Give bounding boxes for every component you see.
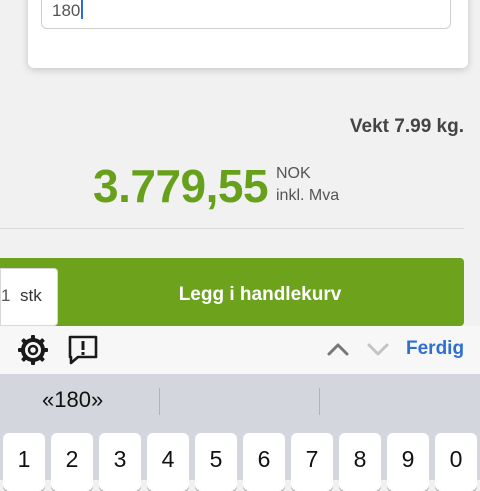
search-card: 180 bbox=[28, 0, 468, 68]
text-caret bbox=[81, 0, 84, 19]
key-7[interactable]: 7 bbox=[291, 433, 333, 491]
key-0[interactable]: 0 bbox=[435, 433, 477, 491]
currency-block: NOK inkl. Mva bbox=[276, 163, 339, 207]
key-8[interactable]: 8 bbox=[339, 433, 381, 491]
key-1[interactable]: 1 bbox=[3, 433, 45, 491]
vat-note: inkl. Mva bbox=[276, 187, 340, 204]
search-input-value: 180 bbox=[52, 1, 81, 20]
keyboard-suggestion[interactable]: «180» bbox=[42, 387, 103, 413]
search-input[interactable]: 180 bbox=[41, 0, 451, 29]
suggestion-divider bbox=[319, 388, 320, 415]
product-weight: Vekt 7.99 kg. bbox=[349, 116, 464, 137]
chevron-down-icon[interactable] bbox=[366, 339, 390, 359]
key-5[interactable]: 5 bbox=[195, 433, 237, 491]
product-price: 3.779,55 bbox=[93, 160, 269, 212]
key-2[interactable]: 2 bbox=[51, 433, 93, 491]
feedback-icon[interactable] bbox=[66, 333, 100, 367]
chevron-up-icon[interactable] bbox=[326, 339, 350, 359]
quantity-field[interactable]: 1 stk bbox=[0, 268, 58, 326]
suggestion-divider bbox=[159, 388, 160, 415]
key-4[interactable]: 4 bbox=[147, 433, 189, 491]
key-6[interactable]: 6 bbox=[243, 433, 285, 491]
price-block: 3.779,55 bbox=[93, 160, 269, 212]
gear-icon[interactable] bbox=[17, 334, 49, 366]
key-3[interactable]: 3 bbox=[99, 433, 141, 491]
key-9[interactable]: 9 bbox=[387, 433, 429, 491]
quantity-value: 1 bbox=[1, 286, 11, 305]
quantity-unit: stk bbox=[20, 286, 42, 305]
add-to-cart-button[interactable]: Legg i handlekurv bbox=[56, 258, 464, 326]
divider bbox=[0, 228, 464, 229]
done-button[interactable]: Ferdig bbox=[406, 338, 464, 360]
currency-label: NOK bbox=[276, 165, 311, 182]
